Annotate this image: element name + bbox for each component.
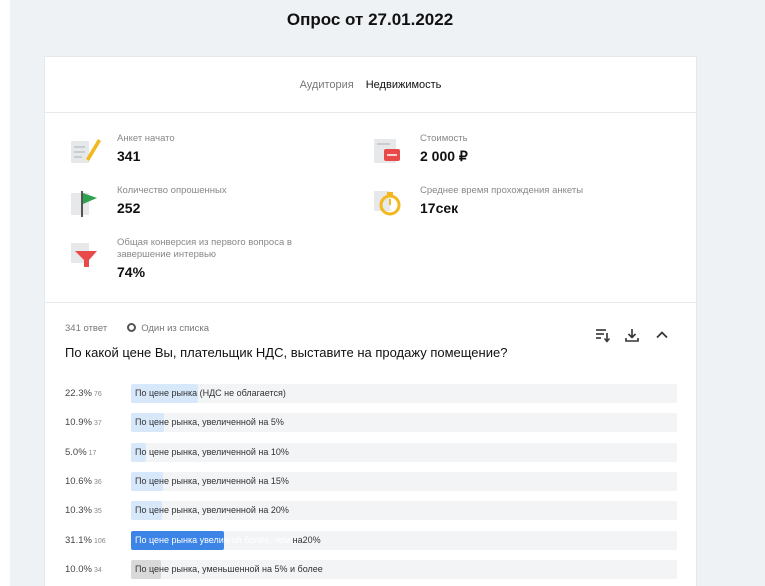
flag-icon	[67, 185, 103, 221]
answer-percent: 5.0% 17	[65, 446, 97, 458]
question-toolbar	[594, 327, 670, 343]
wallet-icon	[370, 133, 406, 169]
radio-icon	[127, 323, 137, 332]
answer-bar-track: По цене рынка, увеличенной на 20%	[131, 501, 677, 521]
stat-cost-label: Стоимость	[420, 133, 468, 144]
stopwatch-icon	[370, 185, 406, 221]
download-icon[interactable]	[624, 327, 640, 343]
answer-percent: 31.1% 106	[65, 534, 106, 546]
answer-bar-track: По цене рынка, увеличенной на 15%	[131, 472, 677, 492]
answer-bar-track: По цене рынка, увеличенной на 10%	[131, 442, 677, 462]
stat-surveyed-label: Количество опрошенных	[117, 185, 227, 196]
stat-cost-value: 2 000 ₽	[420, 148, 468, 164]
answer-label: По цене рынка, увеличенной на 10%	[135, 446, 289, 457]
answer-percent: 10.6% 36	[65, 476, 102, 488]
page-title: Опрос от 27.01.2022	[286, 10, 454, 29]
answer-row[interactable]: 10.3% 35 По цене рынка, увеличенной на 20…	[65, 496, 677, 525]
sort-icon[interactable]	[594, 327, 611, 343]
stats-panel: Анкет начато 341 Стоимость 2 000 ₽ Колич…	[45, 113, 696, 303]
stat-surveyed-value: 252	[117, 200, 141, 216]
question-text: По какой цене Вы, плательщик НДС, выстав…	[65, 345, 508, 360]
answer-label: По цене рынка, уменьшенной на 5% и более	[135, 563, 323, 574]
answer-row[interactable]: 10.9% 37 По цене рынка, увеличенной на 5%	[65, 408, 677, 437]
answer-percent: 22.3% 76	[65, 388, 102, 400]
stat-started-value: 341	[117, 148, 141, 164]
question-type-label: Один из списка	[141, 323, 210, 334]
tab-bar: Аудитория Недвижимость	[45, 57, 696, 113]
stat-conversion-value: 74%	[117, 264, 146, 280]
answer-row[interactable]: 22.3% 76 По цене рынка (НДС не облагается…	[65, 379, 677, 408]
answer-bar-track: По цене рынка (НДС не облагается)	[131, 384, 677, 404]
answers-count: 341 ответ	[65, 323, 108, 334]
answer-label: По цене рынка (НДС не облагается)	[135, 388, 286, 399]
answer-label: По цене рынка, увеличенной на 20%	[135, 505, 289, 516]
stat-started-label: Анкет начато	[117, 133, 175, 144]
tab-real-estate[interactable]: Недвижимость	[366, 79, 442, 91]
answer-bar-track: По цене рынка, увеличенной на 5%	[131, 413, 677, 433]
tab-audience[interactable]: Аудитория	[300, 79, 354, 91]
question-meta: 341 ответ Один из списка	[65, 323, 209, 334]
stat-conversion: Общая конверсия из первого вопроса в зав…	[67, 237, 307, 280]
answer-label: По цене рынка, увеличенной на 15%	[135, 476, 289, 487]
funnel-icon	[67, 237, 103, 273]
document-pencil-icon	[67, 133, 103, 169]
stat-started: Анкет начато 341	[67, 133, 175, 169]
collapse-chevron-icon[interactable]	[654, 327, 670, 343]
answer-bar-track: По цене рынка увелич-ой более, чем на20%	[131, 530, 677, 550]
stat-avg-time-label: Среднее время прохождения анкеты	[420, 185, 584, 196]
answer-bar-track: По цене рынка, уменьшенной на 5% и более	[131, 559, 677, 579]
answer-percent: 10.3% 35	[65, 505, 102, 517]
survey-report-card: Аудитория Недвижимость Анкет начато 341 …	[44, 56, 697, 586]
stat-surveyed: Количество опрошенных 252	[67, 185, 227, 221]
stat-avg-time-value: 17сек	[420, 200, 459, 216]
answer-row[interactable]: 31.1% 106 По цене рынка увелич-ой более, …	[65, 525, 677, 554]
stat-cost: Стоимость 2 000 ₽	[370, 133, 468, 169]
answer-label: По цене рынка, увеличенной на 5%	[135, 417, 284, 428]
stat-conversion-label: Общая конверсия из первого вопроса в зав…	[117, 237, 292, 260]
answer-list: 22.3% 76 По цене рынка (НДС не облагается…	[65, 379, 677, 584]
answer-row[interactable]: 10.0% 34 По цене рынка, уменьшенной на 5%…	[65, 555, 677, 584]
answer-percent: 10.0% 34	[65, 563, 102, 575]
answer-label: По цене рынка увелич-ой более, чем на20%	[135, 534, 321, 545]
stat-avg-time: Среднее время прохождения анкеты 17сек	[370, 185, 583, 221]
question-type: Один из списка	[127, 323, 209, 334]
answer-row[interactable]: 5.0% 17 По цене рынка, увеличенной на 10%	[65, 438, 677, 467]
answer-percent: 10.9% 37	[65, 417, 102, 429]
answer-row[interactable]: 10.6% 36 По цене рынка, увеличенной на 15…	[65, 467, 677, 496]
